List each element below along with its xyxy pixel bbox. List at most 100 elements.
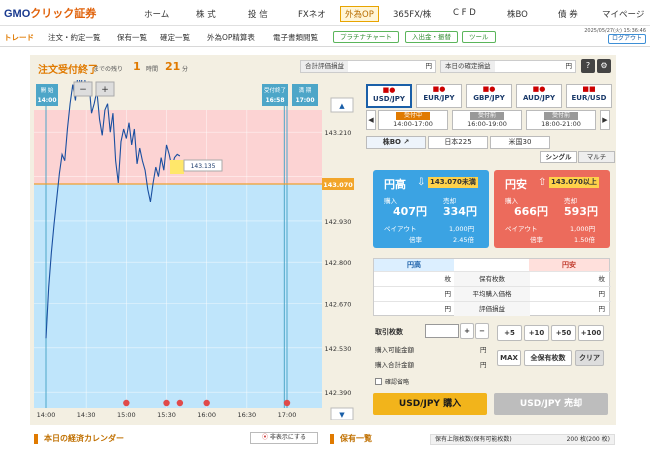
row-label: 評価損益 xyxy=(454,302,530,316)
pair-tab-eurusd[interactable]: ■■ EUR/USD xyxy=(566,84,612,108)
position-table: 円高 円安 枚 保有枚数 枚 円 平均購入価格 円 円 評価損益 円 xyxy=(373,258,611,316)
confirm-skip-checkbox[interactable] xyxy=(375,378,382,385)
deposit-transfer-button[interactable]: 入出金・振替 xyxy=(405,31,458,43)
subnav-settlement-table[interactable]: 外為OP精算表 xyxy=(207,32,255,43)
qty-plus-button[interactable]: + xyxy=(460,323,474,339)
yen-up-card[interactable]: 円高 ⇩ 143.070未満 購入 407円 売却 334円 ペイアウト 1,0… xyxy=(373,170,489,248)
logout-button[interactable]: ログアウト xyxy=(607,34,646,44)
up-buy-price: 407円 xyxy=(393,205,427,218)
subnav-settled[interactable]: 確定一覧 xyxy=(160,32,190,43)
tab-multi[interactable]: マルチ xyxy=(578,151,615,163)
session-status: 受付前 xyxy=(470,112,504,120)
pair-label: USD/JPY xyxy=(373,95,405,103)
tooltip-price: 143.135 xyxy=(191,163,216,170)
down-buy-price: 666円 xyxy=(514,205,548,218)
session-1[interactable]: 受付中 14:00-17:00 xyxy=(378,110,448,130)
qty-label: 取引枚数 xyxy=(375,328,403,336)
buy-button[interactable]: USD/JPY 購入 xyxy=(373,393,487,415)
chart-bg-down xyxy=(34,184,322,408)
session-3[interactable]: 受付前 18:00-21:00 xyxy=(526,110,596,130)
session-prev-button[interactable]: ◀ xyxy=(366,110,376,130)
tab-single[interactable]: シングル xyxy=(540,151,577,163)
remain-label: までの残り xyxy=(93,66,124,73)
up-payout-label: ペイアウト xyxy=(384,225,417,233)
yen-down-rate: 143.070以上 xyxy=(549,177,599,188)
nav-mypage[interactable]: マイページ xyxy=(602,8,644,20)
up-mult-label: 倍率 xyxy=(409,236,422,244)
tab-nikkei225[interactable]: 日本225 xyxy=(428,136,488,149)
settings-icon[interactable]: ⚙ xyxy=(597,59,611,73)
yen-down-card[interactable]: 円安 ⇧ 143.070以上 購入 666円 売却 593円 ペイアウト 1,0… xyxy=(494,170,610,248)
order-close-time: 16:58 xyxy=(265,97,284,104)
scroll-down-icon: ▼ xyxy=(339,411,345,419)
clear-button[interactable]: クリア xyxy=(575,350,604,366)
today-pl-label: 本日の確定損益 xyxy=(441,61,495,72)
subnav-trade[interactable]: トレード xyxy=(4,32,34,43)
x-tick-label: 16:30 xyxy=(237,411,256,419)
nav-stocks[interactable]: 株 式 xyxy=(196,8,216,20)
pair-tab-usdjpy[interactable]: ■● USD/JPY xyxy=(366,84,412,108)
total-amount-unit: 円 xyxy=(480,361,487,369)
available-amount-unit: 円 xyxy=(480,346,487,354)
pair-tab-eurjpy[interactable]: ■● EUR/JPY xyxy=(416,84,462,108)
y-tick-label: 142.530 xyxy=(325,345,352,353)
today-pl-unit: 円 xyxy=(565,62,573,70)
y-tick-label: 142.930 xyxy=(325,218,352,226)
qty-plus5-button[interactable]: +5 xyxy=(497,325,522,341)
tab-stock-bo[interactable]: 株BO ↗ xyxy=(366,136,426,149)
nav-home[interactable]: ホーム xyxy=(144,8,169,20)
table-row: 円 評価損益 円 xyxy=(374,301,611,316)
nav-fx-option[interactable]: 外為OP xyxy=(340,6,379,22)
nav-cfd[interactable]: C F D xyxy=(453,8,476,18)
nav-365fx[interactable]: 365FX/株 xyxy=(393,8,431,20)
arrow-up-icon: ⇧ xyxy=(538,177,547,188)
nav-fx-neo[interactable]: FXネオ xyxy=(298,8,326,20)
event-marker-icon xyxy=(123,399,130,407)
sell-button[interactable]: USD/JPY 売却 xyxy=(494,393,608,415)
qty-minus-button[interactable]: − xyxy=(475,323,489,339)
up-sell-price: 334円 xyxy=(443,205,477,218)
platinum-chart-button[interactable]: プラチナチャート xyxy=(333,31,399,43)
hide-calendar-button[interactable]: ⦿ 非表示にする xyxy=(250,432,318,444)
subnav-orders[interactable]: 注文・約定一覧 xyxy=(48,32,101,43)
pair-label: GBP/JPY xyxy=(473,94,505,102)
row-label: 平均購入価格 xyxy=(454,287,530,301)
open-time: 14:00 xyxy=(37,97,56,104)
scroll-up-button[interactable]: ▲ xyxy=(330,97,354,113)
nav-stock-bo[interactable]: 株BO xyxy=(507,8,528,20)
pin-icon: ⦿ xyxy=(262,434,270,441)
qty-plus50-button[interactable]: +50 xyxy=(551,325,576,341)
down-mult: 1.50倍 xyxy=(574,236,595,244)
nav-funds[interactable]: 投 信 xyxy=(248,8,268,20)
pair-label: EUR/USD xyxy=(571,94,607,102)
qty-input[interactable] xyxy=(425,324,459,338)
zoom-out-button[interactable]: − xyxy=(73,81,93,97)
x-tick-label: 17:00 xyxy=(278,411,297,419)
gb-jp-flag-icon: ■● xyxy=(482,85,496,93)
yen-up-title: 円高 xyxy=(384,178,406,191)
subnav-holdings[interactable]: 保有一覧 xyxy=(117,32,147,43)
position-header-down: 円安 xyxy=(529,259,609,271)
nav-bonds[interactable]: 債 券 xyxy=(558,8,578,20)
holdings-limit: 保有上限枚数(保有可能枚数) 200 枚(200 枚) xyxy=(430,434,615,445)
available-amount-label: 購入可能金額 xyxy=(375,346,414,354)
x-axis: 14:00 14:30 15:00 15:30 16:00 16:30 17:00 xyxy=(37,411,297,419)
qty-plus100-button[interactable]: +100 xyxy=(578,325,604,341)
pair-tab-audjpy[interactable]: ■● AUD/JPY xyxy=(516,84,562,108)
max-button[interactable]: MAX xyxy=(497,350,521,366)
gmo-logo[interactable]: GMOクリック証券 xyxy=(4,5,96,21)
qty-plus10-button[interactable]: +10 xyxy=(524,325,549,341)
subnav-documents[interactable]: 電子書類閲覧 xyxy=(273,32,318,43)
session-2[interactable]: 受付前 16:00-19:00 xyxy=(452,110,522,130)
tab-us30[interactable]: 米国30 xyxy=(490,136,550,149)
tools-button[interactable]: ツール xyxy=(462,31,496,43)
all-holdings-button[interactable]: 全保有枚数 xyxy=(524,350,572,366)
pair-tab-gbpjpy[interactable]: ■● GBP/JPY xyxy=(466,84,512,108)
help-icon[interactable]: ? xyxy=(581,59,595,73)
total-eval-pl: 合計評価損益 円 xyxy=(300,60,436,73)
scroll-down-button[interactable]: ▼ xyxy=(330,407,354,420)
zoom-in-button[interactable]: + xyxy=(95,81,115,97)
session-next-button[interactable]: ▶ xyxy=(600,110,610,130)
position-header-up: 円高 xyxy=(374,259,454,271)
y-tick-label: 142.670 xyxy=(325,300,352,308)
